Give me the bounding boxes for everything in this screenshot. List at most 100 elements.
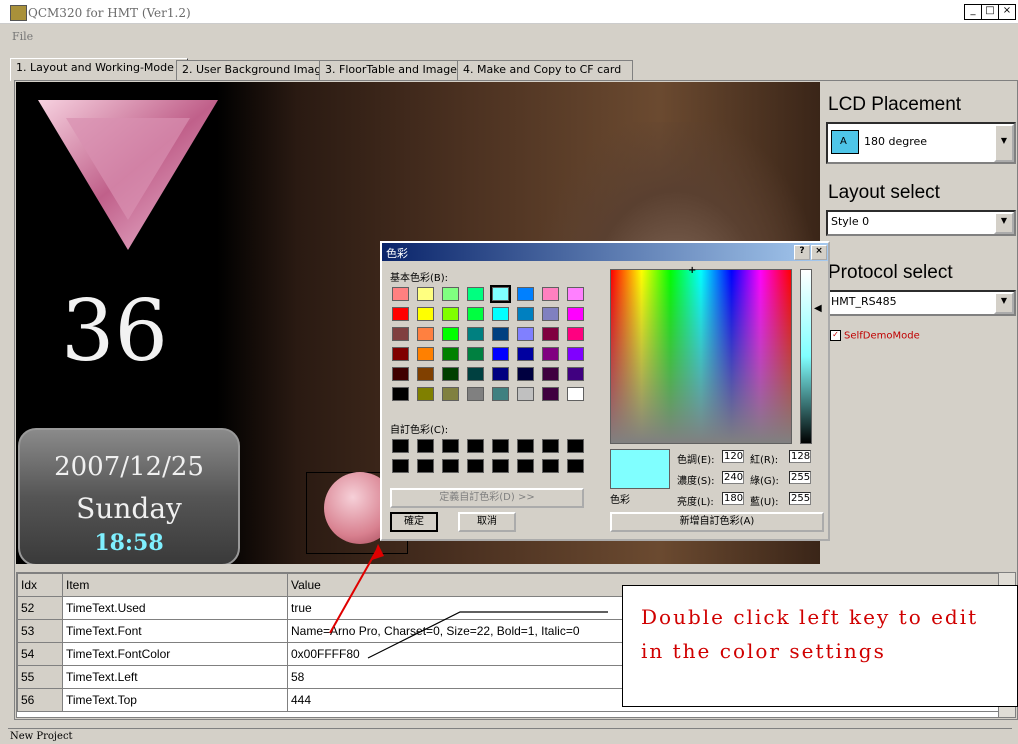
basic-color-swatch[interactable] bbox=[417, 367, 434, 381]
basic-color-swatch[interactable] bbox=[567, 367, 584, 381]
custom-color-swatch[interactable] bbox=[467, 439, 484, 453]
hue-input[interactable]: 120 bbox=[722, 450, 744, 463]
cancel-button[interactable]: 取消 bbox=[458, 512, 516, 532]
basic-color-swatch[interactable] bbox=[467, 287, 484, 301]
basic-color-swatch[interactable] bbox=[492, 387, 509, 401]
basic-color-swatch[interactable] bbox=[567, 387, 584, 401]
green-label: 綠(G): bbox=[750, 476, 779, 487]
basic-color-swatch[interactable] bbox=[392, 287, 409, 301]
custom-color-swatch[interactable] bbox=[417, 459, 434, 473]
close-button[interactable]: × bbox=[998, 4, 1016, 20]
tab-background[interactable]: 2. User Background Image bbox=[176, 60, 331, 81]
basic-color-swatch[interactable] bbox=[442, 307, 459, 321]
basic-color-swatch[interactable] bbox=[567, 307, 584, 321]
custom-color-swatch[interactable] bbox=[417, 439, 434, 453]
custom-color-swatch[interactable] bbox=[567, 439, 584, 453]
red-input[interactable]: 128 bbox=[789, 450, 811, 463]
basic-color-swatch[interactable] bbox=[442, 287, 459, 301]
custom-color-swatch[interactable] bbox=[392, 459, 409, 473]
basic-color-swatch[interactable] bbox=[542, 287, 559, 301]
custom-color-swatch[interactable] bbox=[442, 459, 459, 473]
basic-color-swatch[interactable] bbox=[392, 387, 409, 401]
basic-color-swatch[interactable] bbox=[467, 367, 484, 381]
chevron-down-icon[interactable]: ▼ bbox=[994, 124, 1014, 162]
tab-make-copy[interactable]: 4. Make and Copy to CF card bbox=[457, 60, 633, 81]
custom-color-swatch[interactable] bbox=[492, 439, 509, 453]
tab-floortable[interactable]: 3. FloorTable and Image bbox=[319, 60, 469, 81]
help-button[interactable]: ? bbox=[794, 245, 810, 260]
basic-color-swatch[interactable] bbox=[442, 327, 459, 341]
basic-color-swatch[interactable] bbox=[517, 367, 534, 381]
lum-input[interactable]: 180 bbox=[722, 492, 744, 505]
basic-color-swatch[interactable] bbox=[567, 347, 584, 361]
custom-color-swatch[interactable] bbox=[567, 459, 584, 473]
add-custom-color-button[interactable]: 新增自訂色彩(A) bbox=[610, 512, 824, 532]
basic-colors-label: 基本色彩(B): bbox=[390, 273, 449, 284]
basic-color-swatch[interactable] bbox=[442, 367, 459, 381]
basic-color-swatch[interactable] bbox=[542, 307, 559, 321]
custom-color-swatch[interactable] bbox=[467, 459, 484, 473]
basic-color-swatch[interactable] bbox=[517, 387, 534, 401]
blue-input[interactable]: 255 bbox=[789, 492, 811, 505]
basic-color-swatch[interactable] bbox=[567, 327, 584, 341]
chevron-down-icon[interactable]: ▼ bbox=[994, 292, 1014, 314]
sat-input[interactable]: 240 bbox=[722, 471, 744, 484]
menu-file[interactable]: File bbox=[12, 30, 33, 43]
lum-label: 亮度(L): bbox=[677, 497, 714, 508]
lcd-placement-select[interactable]: A 180 degree ▼ bbox=[826, 122, 1016, 164]
custom-color-swatch[interactable] bbox=[542, 439, 559, 453]
color-spectrum[interactable] bbox=[610, 269, 792, 444]
basic-color-swatch[interactable] bbox=[567, 287, 584, 301]
basic-color-swatch[interactable] bbox=[542, 387, 559, 401]
checkbox-check-icon[interactable]: ✓ bbox=[830, 330, 841, 341]
slider-arrow-icon[interactable]: ◀ bbox=[814, 303, 822, 314]
custom-color-swatch[interactable] bbox=[492, 459, 509, 473]
basic-color-swatch[interactable] bbox=[517, 327, 534, 341]
selfdemo-checkbox[interactable]: ✓ SelfDemoMode bbox=[830, 330, 920, 342]
crosshair-icon[interactable]: + bbox=[688, 265, 696, 276]
minimize-button[interactable]: _ bbox=[964, 4, 982, 20]
basic-color-swatch[interactable] bbox=[442, 347, 459, 361]
maximize-button[interactable]: □ bbox=[981, 4, 999, 20]
basic-color-swatch[interactable] bbox=[392, 347, 409, 361]
basic-color-swatch[interactable] bbox=[467, 307, 484, 321]
basic-color-swatch[interactable] bbox=[517, 287, 534, 301]
custom-color-swatch[interactable] bbox=[517, 459, 534, 473]
dialog-close-button[interactable]: × bbox=[811, 245, 827, 260]
green-input[interactable]: 255 bbox=[789, 471, 811, 484]
basic-color-swatch[interactable] bbox=[417, 287, 434, 301]
header-idx: Idx bbox=[17, 573, 63, 597]
basic-color-swatch[interactable] bbox=[392, 367, 409, 381]
basic-color-swatch[interactable] bbox=[492, 347, 509, 361]
chevron-down-icon[interactable]: ▼ bbox=[994, 212, 1014, 234]
basic-color-swatch[interactable] bbox=[490, 285, 511, 303]
define-custom-colors-button[interactable]: 定義自訂色彩(D) >> bbox=[390, 488, 584, 508]
basic-color-swatch[interactable] bbox=[417, 347, 434, 361]
basic-color-swatch[interactable] bbox=[492, 367, 509, 381]
basic-color-swatch[interactable] bbox=[517, 347, 534, 361]
basic-color-swatch[interactable] bbox=[542, 327, 559, 341]
custom-color-swatch[interactable] bbox=[392, 439, 409, 453]
luminance-slider[interactable] bbox=[800, 269, 812, 444]
basic-color-swatch[interactable] bbox=[417, 307, 434, 321]
basic-color-swatch[interactable] bbox=[392, 307, 409, 321]
tab-layout[interactable]: 1. Layout and Working-Mode bbox=[10, 58, 188, 81]
protocol-select[interactable]: HMT_RS485 ▼ bbox=[826, 290, 1016, 316]
ok-button[interactable]: 確定 bbox=[390, 512, 438, 532]
basic-color-swatch[interactable] bbox=[492, 307, 509, 321]
basic-color-swatch[interactable] bbox=[542, 347, 559, 361]
basic-color-swatch[interactable] bbox=[467, 327, 484, 341]
basic-color-swatch[interactable] bbox=[442, 387, 459, 401]
custom-color-swatch[interactable] bbox=[517, 439, 534, 453]
basic-color-swatch[interactable] bbox=[492, 327, 509, 341]
basic-color-swatch[interactable] bbox=[392, 327, 409, 341]
custom-color-swatch[interactable] bbox=[442, 439, 459, 453]
basic-color-swatch[interactable] bbox=[542, 367, 559, 381]
basic-color-swatch[interactable] bbox=[417, 327, 434, 341]
basic-color-swatch[interactable] bbox=[417, 387, 434, 401]
basic-color-swatch[interactable] bbox=[517, 307, 534, 321]
basic-color-swatch[interactable] bbox=[467, 387, 484, 401]
basic-color-swatch[interactable] bbox=[467, 347, 484, 361]
layout-select[interactable]: Style 0 ▼ bbox=[826, 210, 1016, 236]
custom-color-swatch[interactable] bbox=[542, 459, 559, 473]
